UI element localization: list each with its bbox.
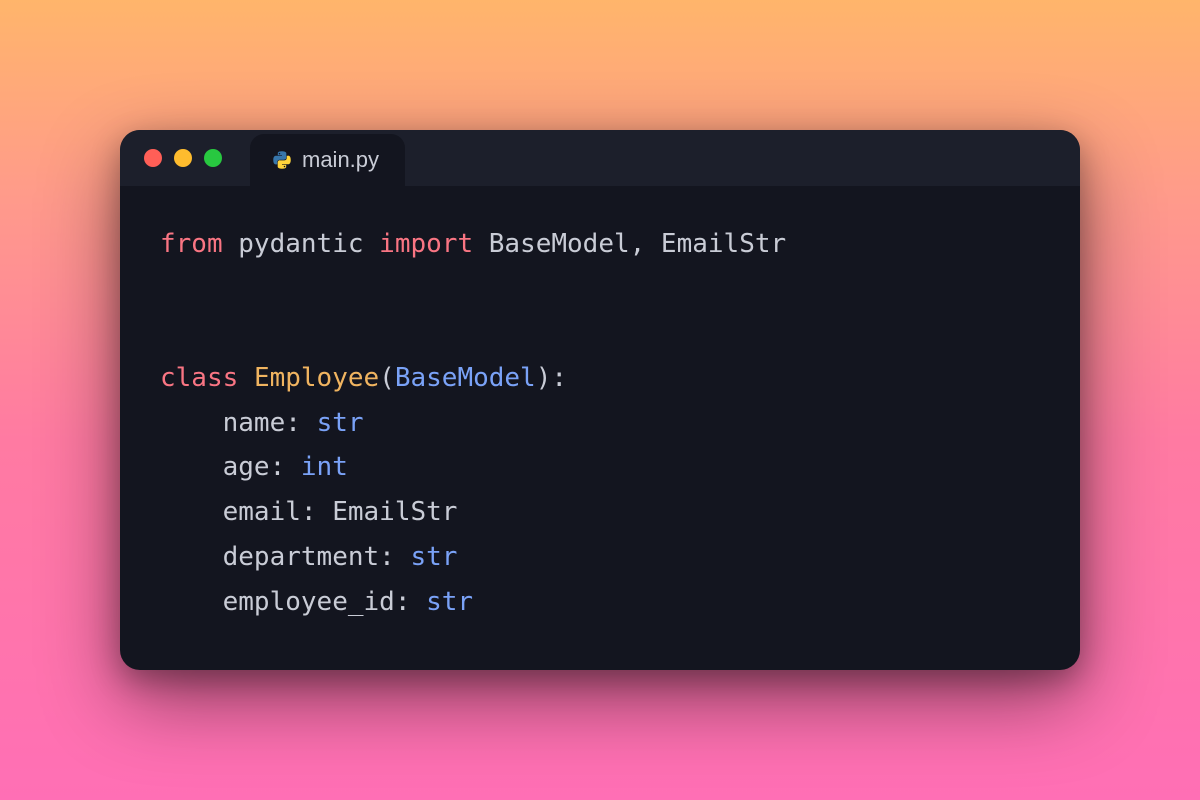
field-name: age [223, 452, 270, 482]
code-line-9: employee_id: str [160, 587, 473, 617]
indent [160, 497, 223, 527]
field-name: department [223, 542, 380, 572]
rparen-colon: ): [536, 363, 567, 393]
maximize-button[interactable] [204, 149, 222, 167]
class-name: Employee [254, 363, 379, 393]
colon: : [395, 587, 426, 617]
lparen: ( [379, 363, 395, 393]
type-annotation: EmailStr [332, 497, 457, 527]
code-line-5: name: str [160, 408, 364, 438]
type-annotation: str [410, 542, 457, 572]
field-name: email [223, 497, 301, 527]
type-annotation: str [317, 408, 364, 438]
file-tab[interactable]: main.py [250, 134, 405, 186]
colon: : [301, 497, 332, 527]
keyword-class: class [160, 363, 238, 393]
keyword-from: from [160, 229, 223, 259]
code-line-1: from pydantic import BaseModel, EmailStr [160, 229, 786, 259]
code-editor[interactable]: from pydantic import BaseModel, EmailStr… [120, 186, 1080, 670]
colon: : [285, 408, 316, 438]
indent [160, 452, 223, 482]
field-name: employee_id [223, 587, 395, 617]
minimize-button[interactable] [174, 149, 192, 167]
module-name: pydantic [238, 229, 363, 259]
code-line-4: class Employee(BaseModel): [160, 363, 567, 393]
file-tab-label: main.py [302, 147, 379, 173]
python-file-icon [272, 150, 292, 170]
indent [160, 542, 223, 572]
field-name: name [223, 408, 286, 438]
code-line-6: age: int [160, 452, 348, 482]
keyword-import: import [379, 229, 473, 259]
close-button[interactable] [144, 149, 162, 167]
code-line-8: department: str [160, 542, 457, 572]
type-annotation: str [426, 587, 473, 617]
code-line-7: email: EmailStr [160, 497, 457, 527]
editor-window: main.py from pydantic import BaseModel, … [120, 130, 1080, 670]
colon: : [270, 452, 301, 482]
indent [160, 408, 223, 438]
import-list: BaseModel, EmailStr [489, 229, 786, 259]
window-controls [120, 130, 250, 186]
indent [160, 587, 223, 617]
type-annotation: int [301, 452, 348, 482]
base-class: BaseModel [395, 363, 536, 393]
colon: : [379, 542, 410, 572]
titlebar: main.py [120, 130, 1080, 186]
